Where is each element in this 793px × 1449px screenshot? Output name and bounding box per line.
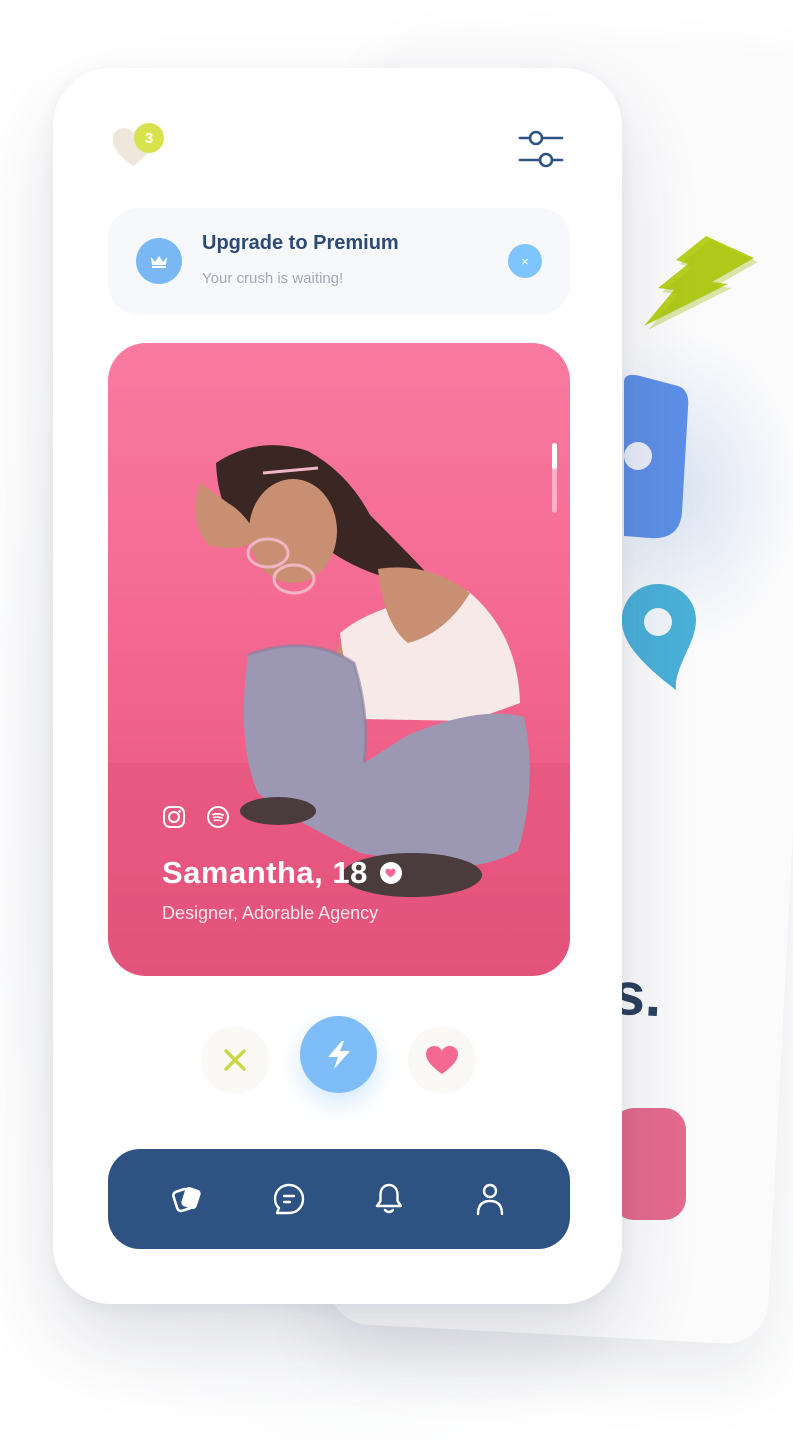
profile-name-text: Samantha, 18 bbox=[162, 855, 368, 890]
crown-icon bbox=[136, 238, 182, 284]
instagram-icon[interactable] bbox=[162, 805, 186, 829]
reject-button[interactable] bbox=[201, 1026, 269, 1094]
spotify-icon[interactable] bbox=[206, 805, 230, 829]
close-x-icon bbox=[224, 1049, 246, 1071]
premium-banner[interactable]: Upgrade to Premium Your crush is waiting… bbox=[108, 208, 570, 314]
profile-job: Designer, Adorable Agency bbox=[162, 903, 379, 923]
decorative-map-pin-icon bbox=[624, 374, 689, 539]
chat-icon bbox=[273, 1183, 304, 1215]
cards-icon bbox=[172, 1187, 201, 1213]
nav-item-chat[interactable] bbox=[269, 1179, 309, 1219]
nav-item-cards[interactable] bbox=[168, 1179, 208, 1219]
bottom-navigation bbox=[108, 1149, 570, 1249]
nav-item-profile[interactable] bbox=[470, 1179, 510, 1219]
bell-icon bbox=[376, 1183, 403, 1214]
social-links bbox=[162, 805, 230, 829]
verified-heart-icon bbox=[379, 862, 402, 884]
nav-item-notifications[interactable] bbox=[369, 1179, 409, 1219]
photo-scroll-thumb bbox=[552, 443, 557, 469]
premium-close-button[interactable]: × bbox=[508, 244, 542, 278]
decorative-bolt-icon bbox=[644, 236, 758, 330]
bolt-icon bbox=[327, 1040, 350, 1069]
premium-title: Upgrade to Premium bbox=[202, 232, 399, 254]
user-icon bbox=[476, 1183, 503, 1216]
profile-name: Samantha, 18 bbox=[162, 855, 402, 891]
sliders-icon[interactable] bbox=[518, 128, 564, 172]
decorative-location-pin-icon bbox=[621, 584, 696, 690]
matches-count-badge: 3 bbox=[134, 123, 164, 153]
decorative-pink-block bbox=[612, 1108, 686, 1220]
matches-button[interactable]: 3 bbox=[111, 120, 171, 176]
photo-scroll-indicator bbox=[552, 443, 557, 513]
boost-button[interactable] bbox=[300, 1016, 377, 1093]
heart-icon bbox=[426, 1046, 458, 1074]
like-button[interactable] bbox=[408, 1026, 476, 1094]
premium-subtitle: Your crush is waiting! bbox=[202, 270, 344, 287]
profile-card[interactable]: Samantha, 18 Designer, Adorable Agency bbox=[108, 343, 570, 976]
